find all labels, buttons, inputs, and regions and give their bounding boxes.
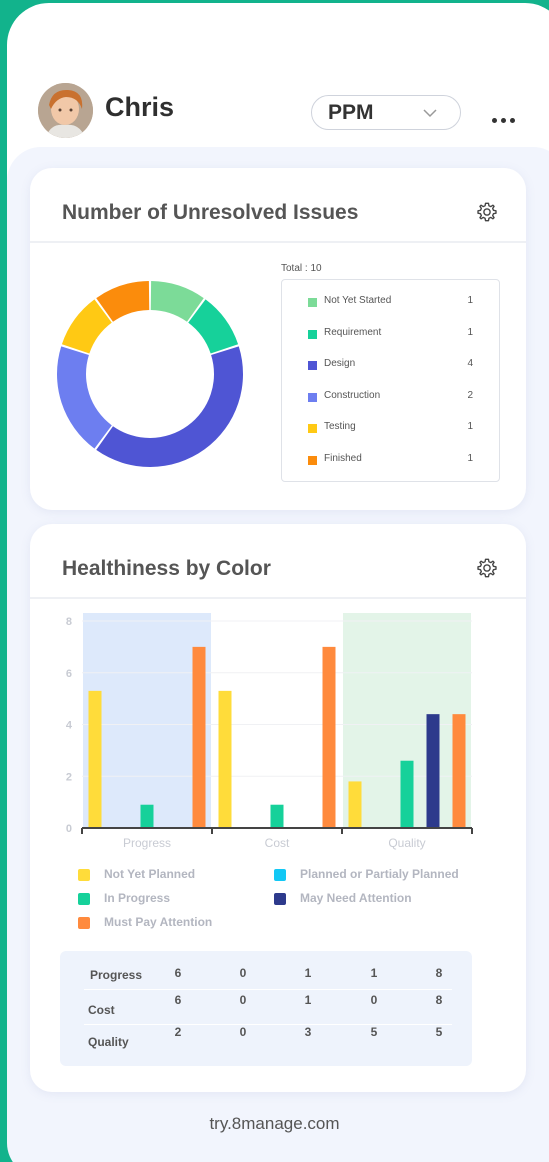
legend-label: Requirement (324, 326, 382, 338)
legend-label: Construction (324, 389, 381, 401)
table-cell: 1 (304, 993, 312, 1007)
table-cell: 3 (304, 1025, 312, 1039)
y-tick-label: 2 (66, 771, 72, 783)
donut-slice[interactable] (57, 346, 112, 449)
legend-label: Not Yet Started (324, 295, 392, 306)
bar[interactable] (218, 690, 232, 828)
y-tick-label: 0 (66, 823, 72, 835)
bar[interactable] (348, 781, 362, 828)
table-cell: 0 (370, 993, 378, 1007)
legend-item[interactable]: Finished 1 (308, 452, 473, 468)
footer-link[interactable]: try.8manage.com (0, 1114, 549, 1134)
user-name: Chris (105, 92, 175, 122)
legend-label: Finished (324, 453, 362, 464)
x-tick-label: Quality (388, 836, 425, 850)
legend-swatch (308, 329, 317, 339)
table-cell: 8 (435, 966, 443, 980)
chevron-down-icon (423, 109, 437, 118)
table-row-header: Quality (88, 1035, 129, 1049)
legend-label: Planned or Partialy Planned (300, 867, 459, 881)
issues-legend: Not Yet Started 1 Requirement 1 Design 4 Const… (281, 279, 500, 482)
donut-slice[interactable] (96, 346, 243, 467)
table-cell: 1 (370, 966, 378, 980)
legend-item[interactable]: Design 4 (308, 357, 473, 373)
legend-swatch (78, 917, 90, 929)
legend-label: Design (324, 358, 356, 370)
legend-item[interactable]: Requirement 1 (308, 326, 473, 342)
legend-value: 1 (467, 295, 473, 306)
legend-swatch (308, 424, 317, 434)
y-tick-label: 6 (66, 668, 72, 680)
table-cell: 0 (239, 966, 247, 980)
y-tick-label: 8 (66, 616, 72, 628)
table-cell: 6 (174, 993, 182, 1007)
table-separator (84, 989, 452, 990)
legend-item[interactable]: Not Yet Started 1 (308, 294, 473, 310)
table-row: Quality 2 0 3 5 5 (60, 1025, 472, 1067)
table-cell: 8 (435, 993, 443, 1007)
legend-label: Must Pay Attention (104, 915, 213, 929)
y-tick-label: 4 (66, 720, 73, 732)
category-background (83, 613, 211, 828)
legend-label: In Progress (104, 891, 171, 905)
legend-value: 1 (467, 421, 473, 433)
table-row: Cost 6 0 1 0 8 (60, 993, 472, 1035)
healthiness-bar-chart: 0 2 4 6 8 Progress Cost Quality (66, 613, 473, 850)
table-row-header: Progress (90, 968, 143, 982)
table-row-header: Cost (88, 1003, 115, 1017)
card-divider (30, 597, 526, 599)
total-label: Total : 10 (281, 263, 322, 274)
bar[interactable] (192, 646, 206, 828)
bar[interactable] (426, 714, 440, 828)
gear-icon[interactable] (476, 557, 498, 579)
legend-swatch (274, 893, 286, 905)
bar[interactable] (140, 804, 154, 828)
card-title: Healthiness by Color (62, 557, 271, 580)
bar[interactable] (88, 690, 102, 828)
legend-value: 1 (467, 453, 473, 464)
table-cell: 6 (174, 966, 182, 980)
table-cell: 5 (435, 1025, 443, 1039)
gear-icon[interactable] (476, 201, 498, 223)
bar[interactable] (322, 646, 336, 828)
legend-value: 2 (467, 389, 473, 401)
issues-donut-chart (57, 281, 243, 467)
table-cell: 5 (370, 1025, 378, 1039)
table-cell: 1 (304, 966, 312, 980)
legend-item[interactable]: Construction 2 (308, 389, 473, 405)
project-select[interactable]: PPM (311, 95, 461, 130)
card-divider (30, 241, 526, 243)
legend-swatch (274, 869, 286, 881)
legend-swatch (78, 869, 90, 881)
bar[interactable] (452, 714, 466, 828)
x-tick-label: Progress (123, 836, 171, 850)
legend-value: 4 (467, 358, 473, 370)
healthiness-table: Progress 6 0 1 1 8 Cost 6 0 1 0 8 Quality 2 0 3 5 5 (60, 951, 472, 1066)
legend-label: Testing (324, 421, 356, 433)
table-cell: 0 (239, 1025, 247, 1039)
legend-label: May Need Attention (300, 891, 412, 905)
legend-swatch (308, 361, 317, 371)
table-cell: 0 (239, 993, 247, 1007)
bar[interactable] (400, 760, 414, 828)
x-tick-label: Cost (265, 836, 290, 850)
card-title: Number of Unresolved Issues (62, 201, 359, 224)
legend-swatch (308, 392, 317, 402)
more-icon[interactable] (492, 110, 524, 123)
table-row: Progress 6 0 1 1 8 (60, 966, 472, 1000)
legend-value: 1 (467, 326, 473, 338)
legend-swatch (308, 298, 317, 307)
app-header: Chris PPM (0, 0, 549, 147)
project-select-value: PPM (328, 101, 374, 124)
table-cell: 2 (174, 1025, 182, 1039)
legend-label: Not Yet Planned (104, 867, 196, 881)
avatar[interactable] (38, 83, 93, 138)
table-separator (84, 1024, 452, 1025)
legend-swatch (78, 893, 90, 905)
legend-item[interactable]: Testing 1 (308, 420, 473, 436)
bar[interactable] (270, 804, 284, 828)
legend-swatch (308, 456, 317, 465)
